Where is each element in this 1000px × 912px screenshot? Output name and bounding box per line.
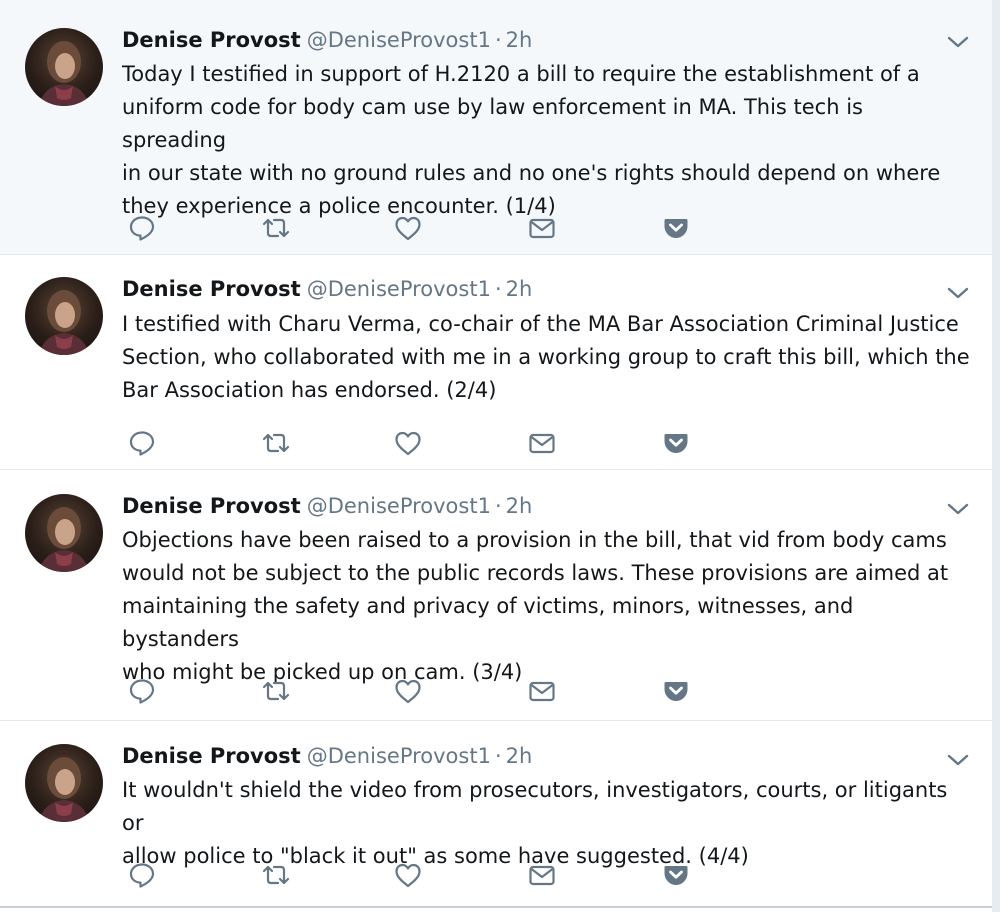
author-handle[interactable]: @DeniseProvost1 — [307, 28, 491, 52]
tweet-header: Denise Provost @DeniseProvost1 · 2h — [122, 26, 532, 54]
author-handle[interactable]: @DeniseProvost1 — [307, 494, 491, 518]
author-handle[interactable]: @DeniseProvost1 — [307, 277, 491, 301]
author-name[interactable]: Denise Provost — [122, 744, 301, 768]
pocket-icon[interactable] — [660, 212, 692, 244]
chevron-down-icon[interactable] — [946, 501, 970, 517]
timeline: Denise Provost @DeniseProvost1 · 2h Today I… — [0, 0, 992, 912]
tweet-header: Denise Provost @DeniseProvost1 · 2h — [122, 275, 532, 303]
tweet[interactable]: Denise Provost @DeniseProvost1 · 2h Today I… — [0, 0, 992, 255]
pocket-icon[interactable] — [660, 859, 692, 891]
like-icon[interactable] — [392, 675, 424, 707]
avatar[interactable] — [25, 277, 103, 355]
reply-icon[interactable] — [126, 212, 158, 244]
direct-message-icon[interactable] — [526, 859, 558, 891]
avatar[interactable] — [25, 744, 103, 822]
separator: · — [494, 277, 502, 301]
tweet-text: Objections have been raised to a provisi… — [122, 528, 949, 684]
timestamp[interactable]: 2h — [506, 494, 533, 518]
chevron-down-icon[interactable] — [946, 285, 970, 301]
like-icon[interactable] — [392, 212, 424, 244]
reply-icon[interactable] — [126, 427, 158, 459]
tweet[interactable]: Denise Provost @DeniseProvost1 · 2h I testi… — [0, 255, 992, 470]
avatar[interactable] — [25, 494, 103, 572]
tweet-text: I testified with Charu Verma, co-chair o… — [122, 312, 970, 402]
reply-icon[interactable] — [126, 675, 158, 707]
timestamp[interactable]: 2h — [506, 744, 533, 768]
separator: · — [494, 28, 502, 52]
direct-message-icon[interactable] — [526, 427, 558, 459]
retweet-icon[interactable] — [260, 212, 292, 244]
like-icon[interactable] — [392, 859, 424, 891]
tweet[interactable]: Denise Provost @DeniseProvost1 · 2h It woul… — [0, 721, 992, 908]
separator: · — [494, 744, 502, 768]
retweet-icon[interactable] — [260, 427, 292, 459]
tweet-actions — [126, 427, 706, 459]
author-name[interactable]: Denise Provost — [122, 494, 301, 518]
author-name[interactable]: Denise Provost — [122, 277, 301, 301]
tweet-actions — [126, 859, 706, 891]
separator: · — [494, 494, 502, 518]
chevron-down-icon[interactable] — [946, 752, 970, 768]
retweet-icon[interactable] — [260, 675, 292, 707]
tweet-text: Today I testified in support of H.2120 a… — [122, 62, 941, 218]
pocket-icon[interactable] — [660, 427, 692, 459]
tweet-header: Denise Provost @DeniseProvost1 · 2h — [122, 492, 532, 520]
timestamp[interactable]: 2h — [506, 28, 533, 52]
author-name[interactable]: Denise Provost — [122, 28, 301, 52]
timestamp[interactable]: 2h — [506, 277, 533, 301]
tweet-actions — [126, 212, 706, 244]
retweet-icon[interactable] — [260, 859, 292, 891]
tweet-actions — [126, 675, 706, 707]
direct-message-icon[interactable] — [526, 212, 558, 244]
chevron-down-icon[interactable] — [946, 34, 970, 50]
pocket-icon[interactable] — [660, 675, 692, 707]
direct-message-icon[interactable] — [526, 675, 558, 707]
tweet-header: Denise Provost @DeniseProvost1 · 2h — [122, 742, 532, 770]
avatar[interactable] — [25, 28, 103, 106]
author-handle[interactable]: @DeniseProvost1 — [307, 744, 491, 768]
reply-icon[interactable] — [126, 859, 158, 891]
like-icon[interactable] — [392, 427, 424, 459]
tweet[interactable]: Denise Provost @DeniseProvost1 · 2h Objecti… — [0, 470, 992, 721]
